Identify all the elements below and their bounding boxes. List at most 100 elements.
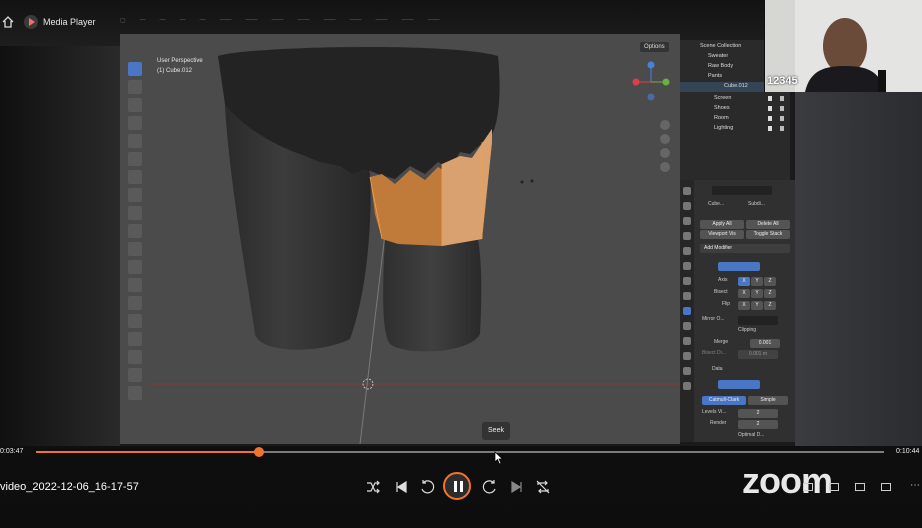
add-cube-tool-icon[interactable]: [128, 206, 142, 220]
home-icon[interactable]: [2, 16, 14, 28]
bisect-z-toggle[interactable]: Z: [764, 289, 776, 298]
smooth-tool-icon[interactable]: [128, 350, 142, 364]
simple-button[interactable]: Simple: [748, 396, 788, 405]
next-icon[interactable]: [508, 478, 526, 496]
outliner-item[interactable]: Lighting: [680, 124, 790, 134]
render-tab-icon[interactable]: [683, 202, 691, 210]
miniplayer-icon[interactable]: [803, 483, 813, 491]
subdiv-visibility-toggles[interactable]: [718, 380, 760, 389]
previous-icon[interactable]: [392, 478, 410, 496]
axis-x-toggle[interactable]: X: [738, 277, 750, 286]
aspect-ratio-icon[interactable]: [881, 483, 891, 491]
add-modifier-dropdown[interactable]: Add Modifier: [700, 244, 790, 253]
shear-tool-icon[interactable]: [128, 386, 142, 400]
shrink-tool-icon[interactable]: [128, 368, 142, 382]
data-tab-icon[interactable]: [683, 367, 691, 375]
axis-row: Axis X Y Z: [698, 277, 792, 286]
webcam-video-tile[interactable]: 12345: [764, 0, 922, 92]
catmull-clark-button[interactable]: Catmull-Clark: [702, 396, 746, 405]
bisect-distance-field[interactable]: 0.001 m: [738, 350, 778, 359]
viewport-vis-button[interactable]: Viewport Vis: [700, 230, 744, 239]
mirror-object-field[interactable]: [738, 316, 778, 325]
constraints-tab-icon[interactable]: [683, 352, 691, 360]
measure-tool-icon[interactable]: [128, 188, 142, 202]
axis-z-toggle[interactable]: Z: [764, 277, 776, 286]
scale-tool-icon[interactable]: [128, 134, 142, 148]
merge-value-field[interactable]: 0.001: [750, 339, 780, 348]
grid-view-icon[interactable]: [660, 162, 670, 172]
material-tab-icon[interactable]: [683, 382, 691, 390]
flip-z-toggle[interactable]: Z: [764, 301, 776, 310]
blender-3d-viewport[interactable]: User Perspective (1) Cube.012 Options: [120, 34, 680, 444]
bisect-row: Bisect X Y Z: [698, 289, 792, 298]
transform-tool-icon[interactable]: [128, 152, 142, 166]
inset-tool-icon[interactable]: [128, 242, 142, 256]
blender-properties-editor: Cube... Subdi... Apply All Delete All Vi…: [680, 180, 795, 442]
modifier-actions-row: Apply All Delete All: [698, 220, 792, 229]
collection-tab-icon[interactable]: [683, 277, 691, 285]
world-tab-icon[interactable]: [683, 262, 691, 270]
cast-icon[interactable]: [829, 483, 839, 491]
flip-x-toggle[interactable]: X: [738, 301, 750, 310]
particles-tab-icon[interactable]: [683, 322, 691, 330]
delete-all-button[interactable]: Delete All: [746, 220, 790, 229]
visibility-icon[interactable]: [768, 116, 784, 121]
total-time: 0:10:44: [896, 448, 920, 455]
file-name: video_2022-12-06_16-17-57: [0, 481, 139, 493]
pause-button[interactable]: [443, 472, 471, 500]
extrude-tool-icon[interactable]: [128, 224, 142, 238]
viewport-options-button[interactable]: Options: [640, 42, 669, 52]
fullscreen-icon[interactable]: [855, 483, 865, 491]
visibility-icon[interactable]: [768, 106, 784, 111]
zoom-view-icon[interactable]: [660, 120, 670, 130]
outliner-item[interactable]: Shoes: [680, 104, 790, 114]
properties-search-input[interactable]: [712, 186, 772, 195]
pants-mesh-render: [120, 34, 680, 444]
knife-tool-icon[interactable]: [128, 296, 142, 310]
axis-y-toggle[interactable]: Y: [751, 277, 763, 286]
more-options-icon[interactable]: ⋯: [910, 480, 920, 491]
outliner-item[interactable]: Screen: [680, 94, 790, 104]
viewport-object-label: (1) Cube.012: [157, 68, 193, 74]
scene-tab-icon[interactable]: [683, 247, 691, 255]
output-tab-icon[interactable]: [683, 217, 691, 225]
spin-tool-icon[interactable]: [128, 332, 142, 346]
hand-pan-icon[interactable]: [660, 134, 670, 144]
view-layer-tab-icon[interactable]: [683, 232, 691, 240]
skip-back-10-icon[interactable]: [418, 478, 436, 496]
skip-forward-30-icon[interactable]: [481, 478, 499, 496]
bisect-y-toggle[interactable]: Y: [751, 289, 763, 298]
rotate-tool-icon[interactable]: [128, 116, 142, 130]
tool-tab-icon[interactable]: [683, 187, 691, 195]
clipping-checkbox[interactable]: Clipping: [738, 327, 756, 333]
select-tool-icon[interactable]: [128, 62, 142, 76]
seek-bar-progress: [36, 451, 259, 453]
optimal-display-checkbox[interactable]: Optimal D...: [738, 432, 764, 438]
modifier-tab-icon[interactable]: [683, 307, 691, 315]
loop-cut-tool-icon[interactable]: [128, 278, 142, 292]
modifier-visibility-toggles[interactable]: [718, 262, 760, 271]
flip-y-toggle[interactable]: Y: [751, 301, 763, 310]
data-subpanel-row[interactable]: Data: [698, 366, 792, 375]
render-levels-field[interactable]: 2: [738, 420, 778, 429]
bevel-tool-icon[interactable]: [128, 260, 142, 274]
visibility-icon[interactable]: [768, 126, 784, 131]
levels-viewport-field[interactable]: 2: [738, 409, 778, 418]
levels-viewport-label: Levels Vi...: [702, 409, 727, 415]
apply-all-button[interactable]: Apply All: [700, 220, 744, 229]
physics-tab-icon[interactable]: [683, 337, 691, 345]
visibility-icon[interactable]: [768, 96, 784, 101]
move-tool-icon[interactable]: [128, 98, 142, 112]
cursor-tool-icon[interactable]: [128, 80, 142, 94]
toggle-stack-button[interactable]: Toggle Stack: [746, 230, 790, 239]
object-tab-icon[interactable]: [683, 292, 691, 300]
repeat-off-icon[interactable]: [534, 478, 552, 496]
seek-thumb[interactable]: [254, 447, 264, 457]
subdiv-type-row: Catmull-Clark Simple: [698, 396, 792, 405]
annotate-tool-icon[interactable]: [128, 170, 142, 184]
bisect-x-toggle[interactable]: X: [738, 289, 750, 298]
camera-view-icon[interactable]: [660, 148, 670, 158]
outliner-item[interactable]: Room: [680, 114, 790, 124]
poly-build-tool-icon[interactable]: [128, 314, 142, 328]
shuffle-icon[interactable]: [364, 478, 382, 496]
